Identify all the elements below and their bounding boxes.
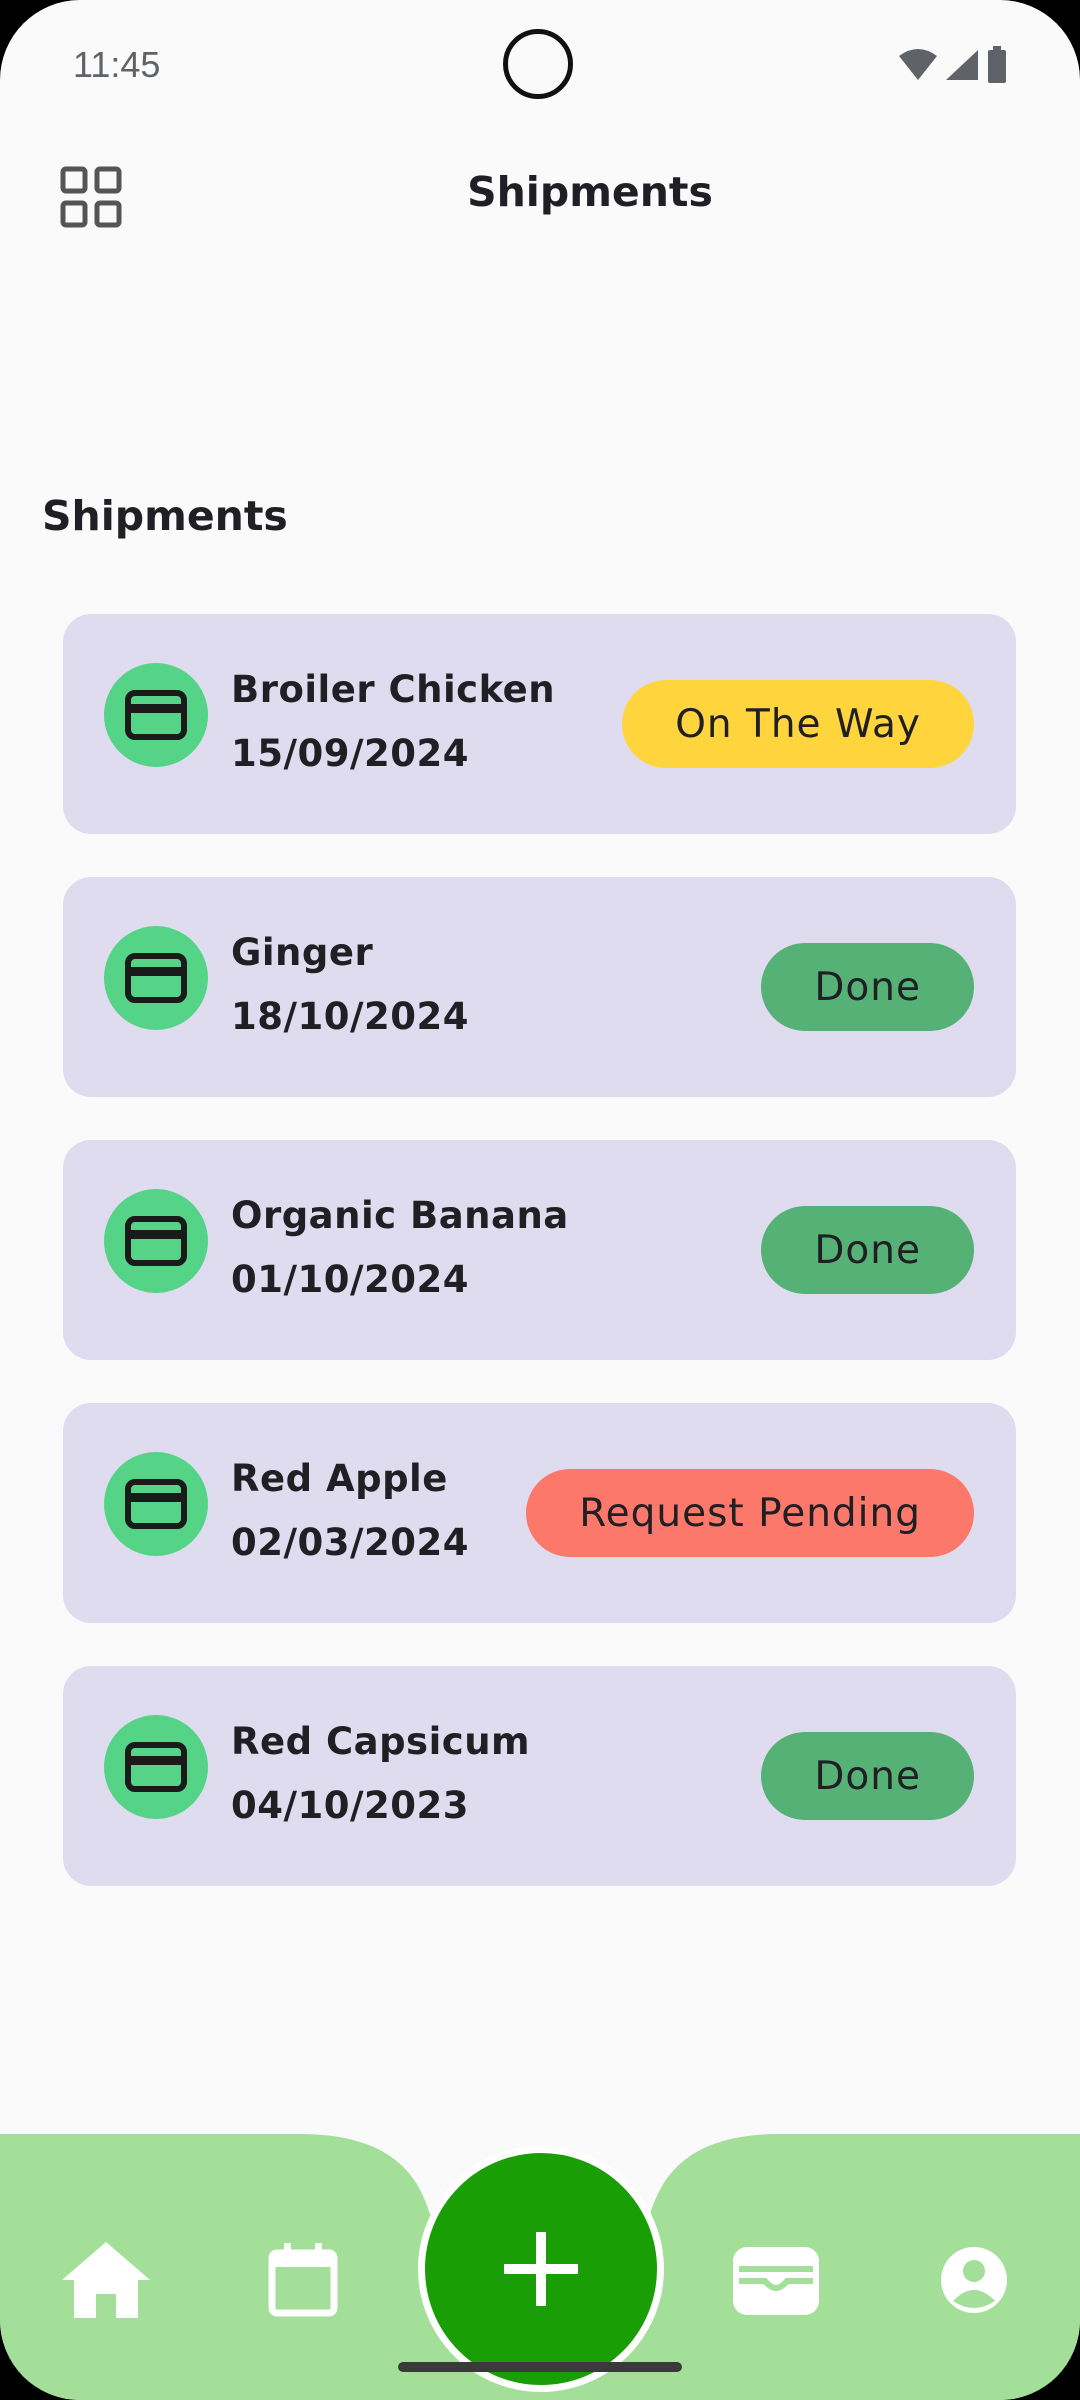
- shipment-name: Ginger: [231, 931, 374, 974]
- add-shipment-button[interactable]: [418, 2146, 664, 2392]
- home-indicator[interactable]: [398, 2362, 682, 2372]
- wifi-icon: [899, 49, 937, 80]
- status-icons: [898, 46, 1008, 84]
- nav-home[interactable]: [56, 2230, 156, 2330]
- shipment-name: Broiler Chicken: [231, 668, 556, 711]
- status-badge[interactable]: Done: [761, 943, 974, 1031]
- shipment-date: 02/03/2024: [231, 1521, 469, 1564]
- shipment-card[interactable]: Broiler Chicken 15/09/2024 On The Way: [63, 614, 1016, 834]
- shipment-date: 15/09/2024: [231, 732, 469, 775]
- status-bar: 11:45: [0, 0, 1080, 130]
- home-icon: [62, 2242, 150, 2318]
- section-title: Shipments: [42, 492, 288, 540]
- shipment-name: Red Capsicum: [231, 1720, 531, 1763]
- shipments-screen: 11:45 Shipments Shipments Broiler Chicke…: [0, 0, 1080, 2400]
- shipment-card[interactable]: Ginger 18/10/2024 Done: [63, 877, 1016, 1097]
- signal-icon: [946, 50, 978, 80]
- battery-icon: [988, 46, 1006, 83]
- card-icon: [104, 1715, 208, 1819]
- shipment-card[interactable]: Red Capsicum 04/10/2023 Done: [63, 1666, 1016, 1886]
- calendar-icon: [268, 2243, 338, 2317]
- camera-cutout: [503, 29, 573, 99]
- nav-profile[interactable]: [924, 2230, 1024, 2330]
- shipment-date: 01/10/2024: [231, 1258, 469, 1301]
- profile-icon: [941, 2247, 1007, 2313]
- card-icon: [104, 663, 208, 767]
- shipment-card[interactable]: Red Apple 02/03/2024 Request Pending: [63, 1403, 1016, 1623]
- card-icon: [104, 1189, 208, 1293]
- status-time: 11:45: [73, 44, 161, 85]
- add-icon: [504, 2232, 578, 2306]
- shipment-card[interactable]: Organic Banana 01/10/2024 Done: [63, 1140, 1016, 1360]
- status-badge[interactable]: Done: [761, 1732, 974, 1820]
- page-title: Shipments: [467, 168, 713, 216]
- card-icon: [104, 926, 208, 1030]
- nav-wallet[interactable]: [726, 2230, 826, 2330]
- status-badge[interactable]: Request Pending: [526, 1469, 974, 1557]
- bottom-navigation: [0, 2134, 1080, 2400]
- shipment-date: 18/10/2024: [231, 995, 469, 1038]
- status-badge[interactable]: Done: [761, 1206, 974, 1294]
- shipment-date: 04/10/2023: [231, 1784, 469, 1827]
- shipment-name: Red Apple: [231, 1457, 448, 1500]
- wallet-icon: [733, 2247, 819, 2315]
- shipment-name: Organic Banana: [231, 1194, 569, 1237]
- nav-calendar[interactable]: [253, 2230, 353, 2330]
- card-icon: [104, 1452, 208, 1556]
- status-badge[interactable]: On The Way: [622, 680, 974, 768]
- shipment-list: Broiler Chicken 15/09/2024 On The Way Gi…: [63, 614, 1016, 1929]
